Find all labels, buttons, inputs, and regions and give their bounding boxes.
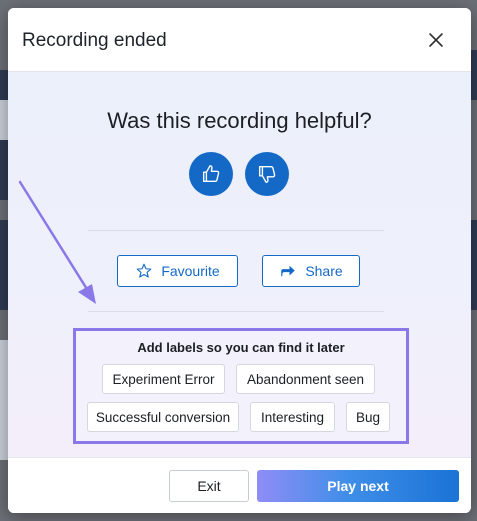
label-chip[interactable]: Bug (346, 402, 390, 432)
thumbs-down-button[interactable] (245, 152, 289, 196)
labels-panel: Add labels so you can find it later Expe… (73, 328, 409, 444)
label-chip[interactable]: Experiment Error (102, 364, 225, 394)
play-next-button[interactable]: Play next (257, 470, 459, 502)
share-label: Share (305, 263, 343, 279)
favourite-button[interactable]: Favourite (117, 255, 238, 287)
dialog-footer: Exit Play next (8, 457, 471, 513)
favourite-label: Favourite (161, 263, 220, 279)
dialog-title: Recording ended (22, 30, 167, 51)
thumbs-up-button[interactable] (189, 152, 233, 196)
thumbs-up-icon (202, 165, 220, 183)
divider (88, 230, 384, 231)
label-chip[interactable]: Abandonment seen (236, 364, 375, 394)
label-chip[interactable]: Interesting (250, 402, 335, 432)
annotation-arrow (18, 180, 96, 304)
share-button[interactable]: Share (262, 255, 360, 287)
dialog-header: Recording ended (8, 8, 471, 72)
exit-button[interactable]: Exit (169, 470, 249, 502)
star-outline-icon (137, 263, 152, 278)
close-icon (429, 33, 443, 47)
share-icon (281, 265, 296, 277)
label-chip[interactable]: Successful conversion (87, 402, 239, 432)
labels-heading: Add labels so you can find it later (137, 340, 345, 355)
helpful-question: Was this recording helpful? (107, 108, 372, 133)
divider (88, 311, 384, 312)
close-button[interactable] (424, 28, 448, 52)
thumbs-down-icon (258, 165, 276, 183)
